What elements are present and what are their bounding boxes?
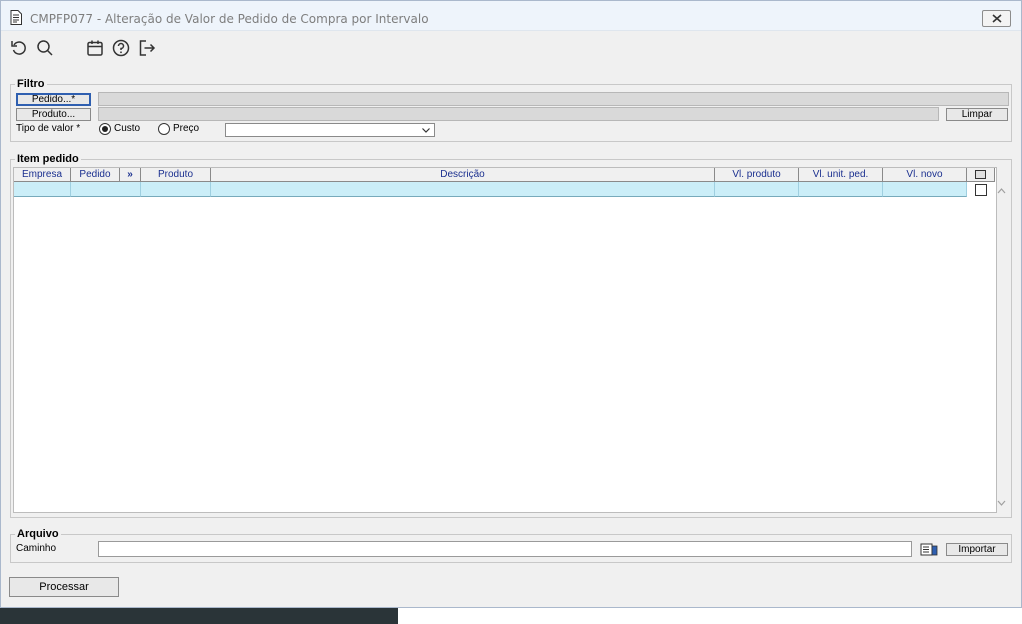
produto-button[interactable]: Produto... (16, 108, 91, 121)
close-icon (991, 14, 1002, 23)
col-descricao[interactable]: Descrição (211, 168, 715, 182)
help-button[interactable] (111, 38, 131, 58)
caminho-label: Caminho (16, 543, 57, 554)
undo-icon (11, 41, 26, 55)
scroll-down-icon[interactable] (997, 500, 1006, 507)
limpar-button[interactable]: Limpar (946, 108, 1008, 121)
grid-header: Empresa Pedido » Produto Descrição Vl. p… (14, 168, 995, 182)
preco-radio[interactable] (158, 123, 170, 135)
col-empresa[interactable]: Empresa (14, 168, 71, 182)
window-title: CMPFP077 - Alteração de Valor de Pedido … (30, 12, 429, 26)
browse-button[interactable] (918, 542, 939, 557)
main-window: CMPFP077 - Alteração de Valor de Pedido … (0, 0, 1022, 608)
table-row[interactable] (14, 182, 967, 197)
cell-descricao[interactable] (211, 182, 715, 197)
importar-button[interactable]: Importar (946, 543, 1008, 556)
exit-button[interactable] (137, 38, 157, 58)
undo-button[interactable] (9, 38, 29, 58)
search-button[interactable] (35, 38, 55, 58)
col-vl-novo[interactable]: Vl. novo (883, 168, 967, 182)
search-icon (37, 40, 53, 56)
cell-vl-novo[interactable] (883, 182, 967, 197)
cell-vl-produto[interactable] (715, 182, 799, 197)
custo-radio[interactable] (99, 123, 111, 135)
col-vl-unit-ped[interactable]: Vl. unit. ped. (799, 168, 883, 182)
caminho-input[interactable] (98, 541, 912, 557)
browse-file-icon (920, 543, 937, 556)
arquivo-title: Arquivo (15, 528, 61, 541)
calendar-icon (87, 40, 103, 56)
cell-pedido[interactable] (71, 182, 141, 197)
col-produto[interactable]: Produto (141, 168, 211, 182)
chevron-down-icon (422, 128, 430, 133)
pedido-button[interactable]: Pedido...* (16, 93, 91, 106)
close-button[interactable] (982, 10, 1011, 27)
help-icon (112, 39, 130, 57)
scroll-up-icon[interactable] (997, 187, 1006, 194)
tipo-valor-label: Tipo de valor * (16, 123, 81, 134)
cell-vl-unit-ped[interactable] (799, 182, 883, 197)
filtro-title: Filtro (15, 78, 47, 91)
col-select-all[interactable] (967, 168, 995, 182)
title-bar: CMPFP077 - Alteração de Valor de Pedido … (1, 1, 1021, 31)
cell-empresa[interactable] (14, 182, 71, 197)
col-pedido[interactable]: Pedido (71, 168, 120, 182)
document-icon (10, 10, 22, 25)
toolbar (1, 33, 1021, 63)
col-vl-produto[interactable]: Vl. produto (715, 168, 799, 182)
taskbar-strip (0, 608, 398, 624)
produto-field (98, 107, 939, 121)
exit-icon (139, 40, 156, 56)
col-expand[interactable]: » (120, 168, 141, 182)
tipo-valor-select[interactable] (225, 123, 435, 137)
preco-label: Preço (173, 123, 200, 134)
select-all-checkbox[interactable] (975, 170, 986, 179)
item-pedido-title: Item pedido (15, 153, 81, 166)
cell-produto[interactable] (141, 182, 211, 197)
items-grid[interactable]: Empresa Pedido » Produto Descrição Vl. p… (13, 167, 1006, 513)
processar-button[interactable]: Processar (9, 577, 119, 597)
custo-label: Custo (114, 123, 141, 134)
calendar-button[interactable] (85, 38, 105, 58)
pedido-field (98, 92, 1009, 106)
row-checkbox[interactable] (975, 184, 987, 196)
